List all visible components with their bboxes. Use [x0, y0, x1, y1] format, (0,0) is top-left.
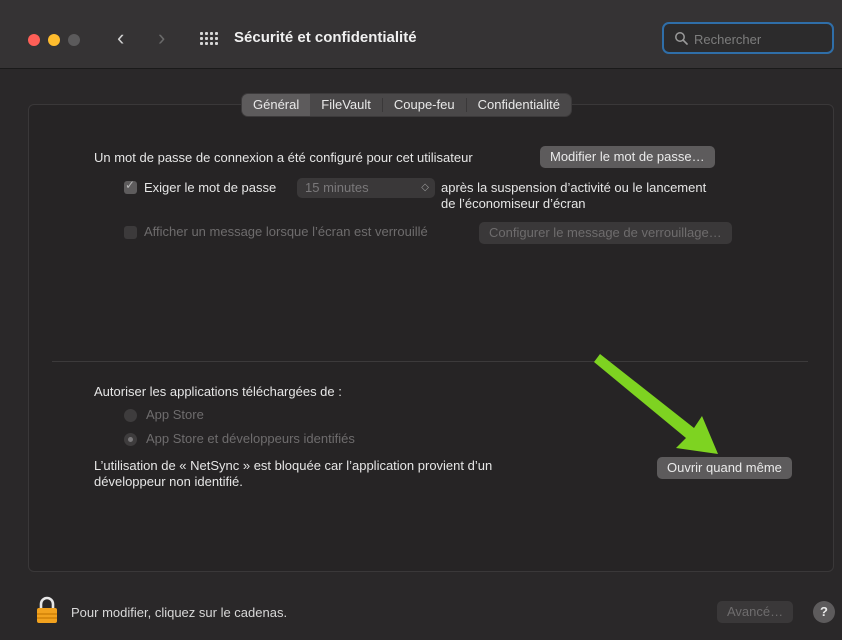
blocked-app-text-2: développeur non identifié.: [94, 474, 243, 489]
general-panel: [28, 104, 834, 572]
tab-firewall[interactable]: Coupe-feu: [383, 94, 466, 116]
password-delay-value: 15 minutes: [305, 180, 369, 195]
title-bar: ‹ › Sécurité et confidentialité: [0, 0, 842, 69]
green-arrow-icon: [594, 354, 718, 454]
configure-lock-message-button[interactable]: Configurer le message de verrouillage…: [479, 222, 732, 244]
tab-privacy[interactable]: Confidentialité: [467, 94, 571, 116]
radio-app-store[interactable]: [124, 409, 137, 422]
up-down-chevron-icon: ◇: [421, 182, 429, 193]
zoom-window-button[interactable]: [68, 34, 80, 46]
radio-app-store-identified-label: App Store et développeurs identifiés: [146, 431, 355, 446]
window-title: Sécurité et confidentialité: [234, 29, 417, 46]
tab-bar: Général FileVault Coupe-feu Confidential…: [242, 94, 571, 116]
minimize-window-button[interactable]: [48, 34, 60, 46]
show-all-grid-icon[interactable]: [200, 32, 218, 46]
search-input[interactable]: [692, 29, 831, 49]
tab-filevault[interactable]: FileVault: [310, 94, 382, 116]
search-field[interactable]: [662, 22, 834, 54]
radio-app-store-identified[interactable]: [124, 433, 137, 446]
require-password-label: Exiger le mot de passe: [144, 180, 277, 195]
screensaver-text: de l’économiseur d’écran: [441, 196, 586, 211]
tab-general[interactable]: Général: [242, 94, 311, 116]
lock-hint-text: Pour modifier, cliquez sur le cadenas.: [71, 605, 288, 620]
help-button[interactable]: ?: [813, 601, 835, 623]
password-delay-select[interactable]: 15 minutes ◇: [297, 178, 435, 198]
password-configured-text: Un mot de passe de connexion a été confi…: [94, 150, 473, 165]
lock-icon[interactable]: [36, 596, 58, 624]
system-preferences-window: ‹ › Sécurité et confidentialité Général …: [0, 0, 842, 640]
search-icon: [675, 32, 688, 45]
back-chevron-icon[interactable]: ‹: [117, 27, 124, 49]
change-password-button[interactable]: Modifier le mot de passe…: [540, 146, 715, 168]
advanced-button[interactable]: Avancé…: [717, 601, 794, 623]
show-lock-message-label: Afficher un message lorsque l’écran est …: [144, 224, 428, 239]
forward-chevron-icon[interactable]: ›: [158, 27, 165, 49]
radio-app-store-label: App Store: [146, 407, 204, 422]
allow-apps-label: Autoriser les applications téléchargées …: [94, 384, 342, 399]
after-suspension-text: après la suspension d’activité ou le lan…: [441, 180, 707, 195]
close-window-button[interactable]: [28, 34, 40, 46]
require-password-checkbox[interactable]: [124, 178, 137, 194]
show-lock-message-checkbox[interactable]: [124, 226, 137, 239]
blocked-app-text: L’utilisation de « NetSync » est bloquée…: [94, 458, 493, 473]
